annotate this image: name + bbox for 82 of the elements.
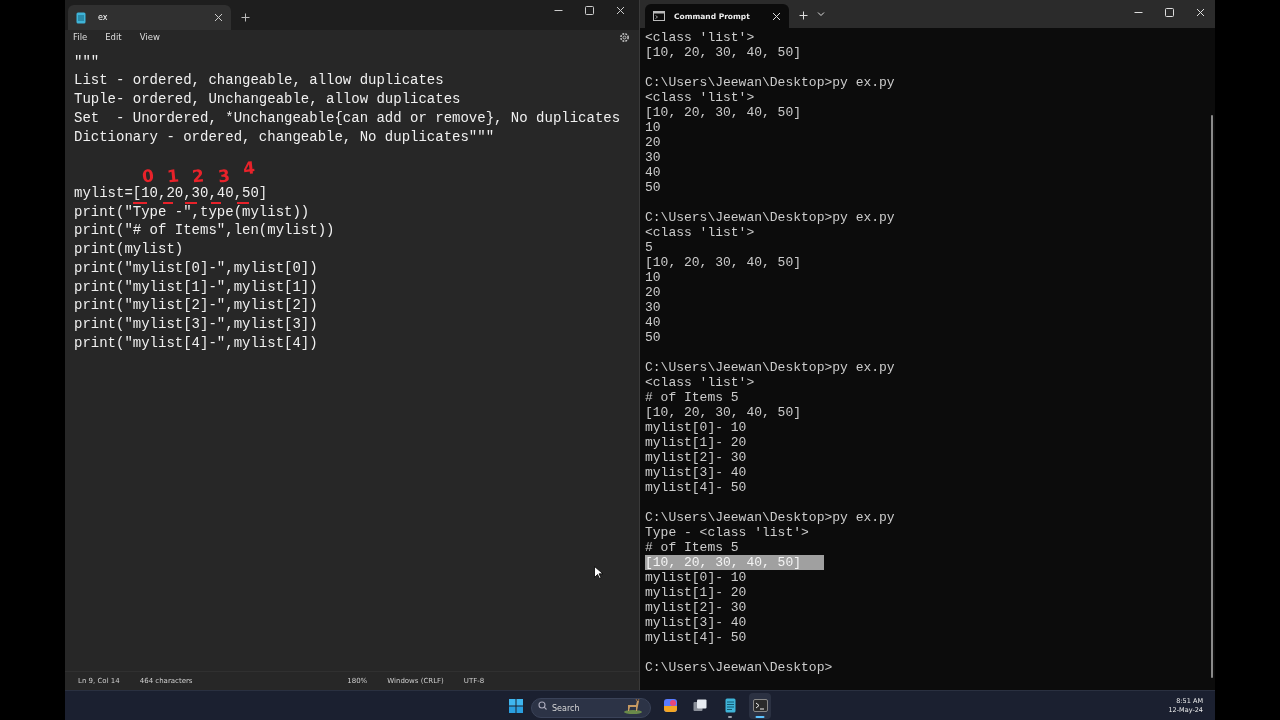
code-line: print(mylist) <box>74 241 184 258</box>
code-line: print("mylist[2]-",mylist[2]) <box>74 297 318 314</box>
console-line: <class 'list'> <box>645 225 755 240</box>
code-line: Dictionary - ordered, changeable, No duplicates""" <box>74 128 495 145</box>
close-icon[interactable] <box>1196 8 1205 17</box>
plus-icon[interactable] <box>799 11 808 20</box>
console-line: C:\Users\Jeewan\Desktop>py ex.py <box>645 360 895 375</box>
pointer-icon <box>594 566 603 579</box>
console-line: 20 <box>645 285 661 300</box>
taskbar-app-button[interactable] <box>749 692 771 719</box>
console-line: 10 <box>645 120 661 135</box>
console-line: mylist[1]- 20 <box>645 585 747 600</box>
document-tab[interactable]: ex <box>68 5 231 30</box>
console-line: mylist[0]- 10 <box>645 420 747 435</box>
console-line: <class 'list'> <box>645 30 755 45</box>
plus-icon[interactable] <box>241 12 250 22</box>
handwritten-digit: 0 <box>141 165 155 187</box>
console-line: C:\Users\Jeewan\Desktop> <box>645 660 833 675</box>
code-line: print("mylist[3]-",mylist[3]) <box>74 316 318 333</box>
handwritten-digit: 3 <box>216 165 231 187</box>
handwritten-digit: 2 <box>191 165 206 187</box>
terminal-icon <box>752 699 768 712</box>
console-line: mylist[3]- 40 <box>645 465 747 480</box>
console-line: mylist[4]- 50 <box>645 480 747 495</box>
notepad-icon <box>76 11 86 24</box>
console-line: mylist[3]- 40 <box>645 615 747 630</box>
menu-item[interactable]: View <box>133 32 166 42</box>
search-icon <box>538 701 547 710</box>
maximize-icon[interactable] <box>585 6 594 15</box>
console-line: C:\Users\Jeewan\Desktop>py ex.py <box>645 210 895 225</box>
console-line: C:\Users\Jeewan\Desktop>py ex.py <box>645 75 895 90</box>
search-field[interactable]: Search <box>531 698 651 718</box>
code-line: List - ordered, changeable, allow duplicates <box>74 72 444 89</box>
settings-icon[interactable] <box>619 31 630 43</box>
console-line: # of Items 5 <box>645 540 739 555</box>
console-line: mylist[2]- 30 <box>645 450 747 465</box>
handwritten-digit: 1 <box>166 165 181 187</box>
stacked-windows-icon <box>693 699 707 712</box>
code-line: print("mylist[0]-",mylist[0]) <box>74 259 318 276</box>
console-line: 40 <box>645 315 661 330</box>
colorful-app-icon <box>662 698 678 713</box>
close-icon[interactable] <box>214 13 223 22</box>
windows-start-icon[interactable] <box>509 698 523 713</box>
notepad-icon <box>724 698 736 713</box>
console-line: [10, 20, 30, 40, 50] <box>645 105 802 120</box>
deer-icon <box>623 697 643 714</box>
menu-item[interactable]: Edit <box>99 32 128 42</box>
code-line: print("mylist[1]-",mylist[1]) <box>74 278 318 295</box>
code-line: """ <box>74 53 100 70</box>
console-line: <class 'list'> <box>645 90 755 105</box>
console-line: [10, 20, 30, 40, 50] <box>645 405 802 420</box>
code-line: Tuple- ordered, Unchangeable, allow duplicates <box>74 91 461 108</box>
console-line: [10, 20, 30, 40, 50] <box>645 255 802 270</box>
scrollbar[interactable] <box>1211 115 1213 678</box>
code-line: print("mylist[4]-",mylist[4]) <box>74 334 318 351</box>
handwritten-digit: 4 <box>241 157 256 179</box>
console-line: 5 <box>645 240 653 255</box>
code-line: print("Type -",type(mylist)) <box>74 203 310 220</box>
console-line: 50 <box>645 180 661 195</box>
console-line: mylist[1]- 20 <box>645 435 747 450</box>
code-line: mylist=[10,20,30,40,50] <box>74 184 268 201</box>
console-line: mylist[0]- 10 <box>645 570 747 585</box>
close-icon[interactable] <box>772 11 781 21</box>
code-line: Set - Unordered, *Unchangeable{can add or remove}, No duplicates <box>74 109 621 126</box>
console-line: <class 'list'> <box>645 375 755 390</box>
console-line: 50 <box>645 330 661 345</box>
console-line: 30 <box>645 150 661 165</box>
console-line: [10, 20, 30, 40, 50] <box>645 45 802 60</box>
console-line: mylist[4]- 50 <box>645 630 747 645</box>
maximize-icon[interactable] <box>1165 8 1174 17</box>
code-line: print("# of Items",len(mylist)) <box>74 222 335 239</box>
console-line: C:\Users\Jeewan\Desktop>py ex.py <box>645 510 895 525</box>
console-line: Type - <class 'list'> <box>645 525 809 540</box>
console-line: mylist[2]- 30 <box>645 600 747 615</box>
menu-item[interactable]: File <box>67 32 94 42</box>
console-line: 20 <box>645 135 661 150</box>
console-line: 30 <box>645 300 661 315</box>
terminal-icon <box>653 11 665 21</box>
console-line: # of Items 5 <box>645 390 739 405</box>
console-line: 10 <box>645 270 661 285</box>
close-icon[interactable] <box>616 6 625 15</box>
console-line: 40 <box>645 165 661 180</box>
